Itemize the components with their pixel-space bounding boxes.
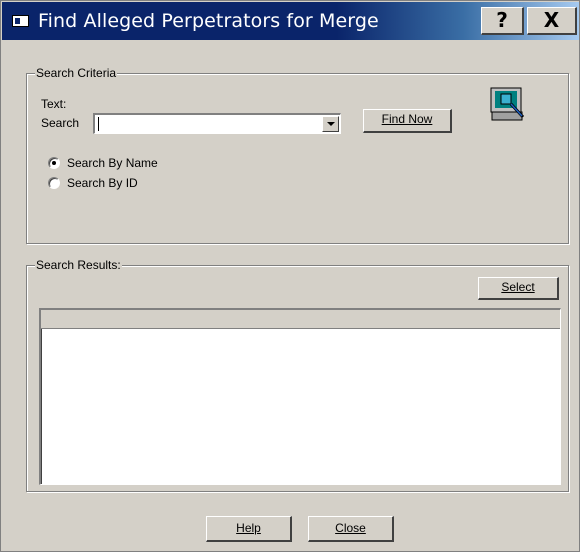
find-now-button[interactable]: Find Now xyxy=(363,109,452,133)
search-by-name-radio[interactable] xyxy=(48,157,60,169)
search-results-label: Search Results: xyxy=(35,258,122,272)
results-list-frame xyxy=(41,310,560,484)
combobox-dropdown-button[interactable] xyxy=(322,116,339,132)
results-list-header[interactable] xyxy=(41,310,560,329)
close-button[interactable]: Close xyxy=(308,516,394,542)
find-perpetrators-dialog: Find Alleged Perpetrators for Merge ? X … xyxy=(0,0,580,552)
search-criteria-label: Search Criteria xyxy=(35,66,118,80)
close-label: Close xyxy=(335,521,366,535)
text-label: Text: xyxy=(41,97,67,111)
search-by-name-label[interactable]: Search By Name xyxy=(67,156,158,170)
computer-search-icon xyxy=(490,87,525,121)
search-by-id-label[interactable]: Search By ID xyxy=(67,176,138,190)
close-title-button[interactable]: X xyxy=(527,7,577,35)
search-label: Search xyxy=(41,116,80,130)
select-button[interactable]: Select xyxy=(478,277,559,300)
search-text-combobox[interactable] xyxy=(93,113,341,134)
help-label: Help xyxy=(236,521,261,535)
window-title: Find Alleged Perpetrators for Merge xyxy=(38,10,379,32)
title-bar[interactable]: Find Alleged Perpetrators for Merge ? X xyxy=(2,2,579,40)
text-caret xyxy=(98,117,99,131)
find-now-label: Find Now xyxy=(381,112,433,126)
help-button[interactable]: Help xyxy=(206,516,292,542)
search-by-id-radio[interactable] xyxy=(48,177,60,189)
window-icon xyxy=(12,15,29,27)
search-results-list[interactable] xyxy=(39,308,561,485)
help-title-button[interactable]: ? xyxy=(481,7,524,35)
select-label: Select xyxy=(501,280,535,294)
